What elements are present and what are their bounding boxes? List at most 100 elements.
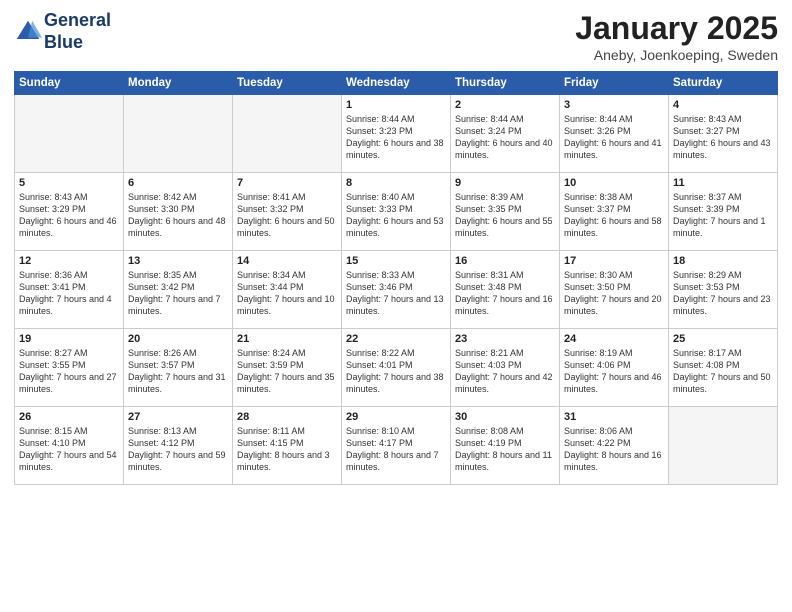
day-info: Sunrise: 8:43 AM Sunset: 3:27 PM Dayligh… bbox=[673, 113, 773, 162]
logo: General Blue bbox=[14, 10, 111, 53]
day-number: 30 bbox=[455, 411, 555, 423]
location: Aneby, Joenkoeping, Sweden bbox=[575, 47, 778, 63]
day-cell bbox=[15, 95, 124, 173]
day-info: Sunrise: 8:19 AM Sunset: 4:06 PM Dayligh… bbox=[564, 347, 664, 396]
day-cell: 14 Sunrise: 8:34 AM Sunset: 3:44 PM Dayli… bbox=[233, 251, 342, 329]
day-cell: 20 Sunrise: 8:26 AM Sunset: 3:57 PM Dayli… bbox=[124, 329, 233, 407]
day-info: Sunrise: 8:31 AM Sunset: 3:48 PM Dayligh… bbox=[455, 269, 555, 318]
logo-line1: General bbox=[44, 10, 111, 32]
day-number: 7 bbox=[237, 177, 337, 189]
day-info: Sunrise: 8:37 AM Sunset: 3:39 PM Dayligh… bbox=[673, 191, 773, 240]
day-number: 28 bbox=[237, 411, 337, 423]
col-header-monday: Monday bbox=[124, 72, 233, 95]
day-info: Sunrise: 8:13 AM Sunset: 4:12 PM Dayligh… bbox=[128, 425, 228, 474]
day-number: 24 bbox=[564, 333, 664, 345]
day-info: Sunrise: 8:24 AM Sunset: 3:59 PM Dayligh… bbox=[237, 347, 337, 396]
day-info: Sunrise: 8:21 AM Sunset: 4:03 PM Dayligh… bbox=[455, 347, 555, 396]
week-row-1: 1Sunrise: 8:44 AM Sunset: 3:23 PM Daylig… bbox=[15, 95, 778, 173]
day-number: 20 bbox=[128, 333, 228, 345]
day-number: 23 bbox=[455, 333, 555, 345]
day-info: Sunrise: 8:35 AM Sunset: 3:42 PM Dayligh… bbox=[128, 269, 228, 318]
day-number: 2 bbox=[455, 99, 555, 111]
day-info: Sunrise: 8:29 AM Sunset: 3:53 PM Dayligh… bbox=[673, 269, 773, 318]
day-cell: 29Sunrise: 8:10 AM Sunset: 4:17 PM Dayli… bbox=[342, 407, 451, 485]
day-number: 19 bbox=[19, 333, 119, 345]
day-number: 3 bbox=[564, 99, 664, 111]
title-block: January 2025 Aneby, Joenkoeping, Sweden bbox=[575, 10, 778, 63]
day-info: Sunrise: 8:44 AM Sunset: 3:26 PM Dayligh… bbox=[564, 113, 664, 162]
day-cell: 7Sunrise: 8:41 AM Sunset: 3:32 PM Daylig… bbox=[233, 173, 342, 251]
day-info: Sunrise: 8:10 AM Sunset: 4:17 PM Dayligh… bbox=[346, 425, 446, 474]
day-info: Sunrise: 8:44 AM Sunset: 3:23 PM Dayligh… bbox=[346, 113, 446, 162]
day-cell: 22 Sunrise: 8:22 AM Sunset: 4:01 PM Dayli… bbox=[342, 329, 451, 407]
logo-text: General Blue bbox=[44, 10, 111, 53]
day-number: 4 bbox=[673, 99, 773, 111]
day-number: 27 bbox=[128, 411, 228, 423]
day-cell: 16 Sunrise: 8:31 AM Sunset: 3:48 PM Dayli… bbox=[451, 251, 560, 329]
day-number: 16 bbox=[455, 255, 555, 267]
calendar-container: General Blue January 2025 Aneby, Joenkoe… bbox=[0, 0, 792, 493]
week-row-3: 12Sunrise: 8:36 AM Sunset: 3:41 PM Dayli… bbox=[15, 251, 778, 329]
day-cell: 1Sunrise: 8:44 AM Sunset: 3:23 PM Daylig… bbox=[342, 95, 451, 173]
day-cell: 19 Sunrise: 8:27 AM Sunset: 3:55 PM Dayli… bbox=[15, 329, 124, 407]
day-cell: 30Sunrise: 8:08 AM Sunset: 4:19 PM Dayli… bbox=[451, 407, 560, 485]
day-number: 17 bbox=[564, 255, 664, 267]
day-info: Sunrise: 8:17 AM Sunset: 4:08 PM Dayligh… bbox=[673, 347, 773, 396]
day-cell: 18 Sunrise: 8:29 AM Sunset: 3:53 PM Dayli… bbox=[669, 251, 778, 329]
day-info: Sunrise: 8:33 AM Sunset: 3:46 PM Dayligh… bbox=[346, 269, 446, 318]
day-info: Sunrise: 8:42 AM Sunset: 3:30 PM Dayligh… bbox=[128, 191, 228, 240]
day-info: Sunrise: 8:27 AM Sunset: 3:55 PM Dayligh… bbox=[19, 347, 119, 396]
day-cell: 23 Sunrise: 8:21 AM Sunset: 4:03 PM Dayli… bbox=[451, 329, 560, 407]
day-cell: 12Sunrise: 8:36 AM Sunset: 3:41 PM Dayli… bbox=[15, 251, 124, 329]
day-cell: 5 Sunrise: 8:43 AM Sunset: 3:29 PM Daylig… bbox=[15, 173, 124, 251]
day-cell bbox=[124, 95, 233, 173]
day-number: 6 bbox=[128, 177, 228, 189]
day-info: Sunrise: 8:30 AM Sunset: 3:50 PM Dayligh… bbox=[564, 269, 664, 318]
day-cell: 3 Sunrise: 8:44 AM Sunset: 3:26 PM Daylig… bbox=[560, 95, 669, 173]
day-cell: 25 Sunrise: 8:17 AM Sunset: 4:08 PM Dayli… bbox=[669, 329, 778, 407]
day-number: 13 bbox=[128, 255, 228, 267]
day-info: Sunrise: 8:22 AM Sunset: 4:01 PM Dayligh… bbox=[346, 347, 446, 396]
day-cell: 26Sunrise: 8:15 AM Sunset: 4:10 PM Dayli… bbox=[15, 407, 124, 485]
day-info: Sunrise: 8:34 AM Sunset: 3:44 PM Dayligh… bbox=[237, 269, 337, 318]
day-cell: 11 Sunrise: 8:37 AM Sunset: 3:39 PM Dayli… bbox=[669, 173, 778, 251]
day-info: Sunrise: 8:26 AM Sunset: 3:57 PM Dayligh… bbox=[128, 347, 228, 396]
col-header-tuesday: Tuesday bbox=[233, 72, 342, 95]
day-number: 26 bbox=[19, 411, 119, 423]
day-number: 14 bbox=[237, 255, 337, 267]
day-number: 25 bbox=[673, 333, 773, 345]
day-number: 22 bbox=[346, 333, 446, 345]
day-info: Sunrise: 8:43 AM Sunset: 3:29 PM Dayligh… bbox=[19, 191, 119, 240]
day-cell: 27 Sunrise: 8:13 AM Sunset: 4:12 PM Dayli… bbox=[124, 407, 233, 485]
day-number: 18 bbox=[673, 255, 773, 267]
week-row-2: 5 Sunrise: 8:43 AM Sunset: 3:29 PM Daylig… bbox=[15, 173, 778, 251]
day-number: 10 bbox=[564, 177, 664, 189]
day-cell: 28Sunrise: 8:11 AM Sunset: 4:15 PM Dayli… bbox=[233, 407, 342, 485]
day-number: 5 bbox=[19, 177, 119, 189]
calendar-table: SundayMondayTuesdayWednesdayThursdayFrid… bbox=[14, 71, 778, 485]
week-row-5: 26Sunrise: 8:15 AM Sunset: 4:10 PM Dayli… bbox=[15, 407, 778, 485]
day-number: 8 bbox=[346, 177, 446, 189]
col-header-sunday: Sunday bbox=[15, 72, 124, 95]
day-info: Sunrise: 8:06 AM Sunset: 4:22 PM Dayligh… bbox=[564, 425, 664, 474]
day-cell: 10Sunrise: 8:38 AM Sunset: 3:37 PM Dayli… bbox=[560, 173, 669, 251]
day-number: 15 bbox=[346, 255, 446, 267]
day-cell: 15 Sunrise: 8:33 AM Sunset: 3:46 PM Dayli… bbox=[342, 251, 451, 329]
day-cell: 9Sunrise: 8:39 AM Sunset: 3:35 PM Daylig… bbox=[451, 173, 560, 251]
day-cell: 13 Sunrise: 8:35 AM Sunset: 3:42 PM Dayli… bbox=[124, 251, 233, 329]
col-header-thursday: Thursday bbox=[451, 72, 560, 95]
day-cell: 24 Sunrise: 8:19 AM Sunset: 4:06 PM Dayli… bbox=[560, 329, 669, 407]
month-title: January 2025 bbox=[575, 10, 778, 47]
logo-line2: Blue bbox=[44, 32, 111, 54]
day-number: 31 bbox=[564, 411, 664, 423]
calendar-header: General Blue January 2025 Aneby, Joenkoe… bbox=[14, 10, 778, 63]
col-header-saturday: Saturday bbox=[669, 72, 778, 95]
day-cell: 17 Sunrise: 8:30 AM Sunset: 3:50 PM Dayli… bbox=[560, 251, 669, 329]
day-number: 12 bbox=[19, 255, 119, 267]
day-cell: 6 Sunrise: 8:42 AM Sunset: 3:30 PM Daylig… bbox=[124, 173, 233, 251]
day-number: 9 bbox=[455, 177, 555, 189]
day-number: 11 bbox=[673, 177, 773, 189]
day-cell: 21 Sunrise: 8:24 AM Sunset: 3:59 PM Dayli… bbox=[233, 329, 342, 407]
col-header-friday: Friday bbox=[560, 72, 669, 95]
day-number: 21 bbox=[237, 333, 337, 345]
